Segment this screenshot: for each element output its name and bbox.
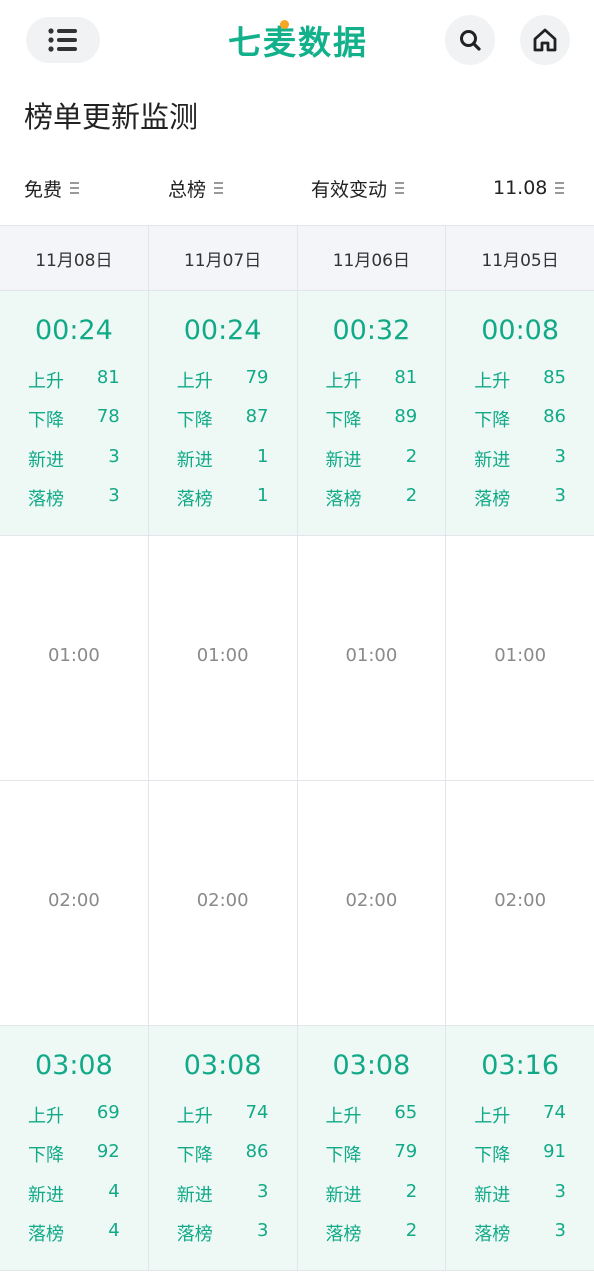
update-time: 03:08 [332, 1050, 411, 1081]
time-row: 03:08 上升 69 下降 92 新进 4 落榜 4 03:08 上升 74 下降 86 … [0, 1026, 594, 1271]
empty-cell: 01:00 [0, 536, 149, 780]
stat-new: 新进 1 [176, 446, 269, 471]
stat-up: 上升 81 [325, 367, 418, 392]
stat-drop: 落榜 3 [176, 1220, 269, 1245]
update-cell[interactable]: 03:08 上升 65 下降 79 新进 2 落榜 2 [297, 1026, 447, 1270]
stat-new: 新进 3 [474, 1181, 566, 1206]
filter-chart-type[interactable]: 总榜 [168, 166, 224, 210]
filter-label: 免费 [24, 178, 63, 201]
empty-cell: 01:00 [446, 536, 594, 780]
update-cell[interactable]: 03:08 上升 69 下降 92 新进 4 落榜 4 [0, 1026, 149, 1270]
stat-down: 下降 92 [28, 1141, 120, 1166]
update-cell[interactable]: 03:16 上升 74 下降 91 新进 3 落榜 3 [446, 1026, 594, 1270]
update-time: 00:24 [34, 315, 113, 346]
stat-up: 上升 74 [474, 1102, 566, 1127]
empty-cell: 01:00 [298, 536, 447, 780]
brand-logo[interactable]: 七麦数据 [228, 18, 368, 62]
search-button[interactable] [445, 15, 495, 65]
dropdown-lines-icon [555, 182, 565, 194]
hour-label: 01:00 [47, 645, 100, 666]
filter-label: 11.08 [493, 177, 548, 199]
stat-down: 下降 89 [325, 406, 418, 431]
time-row: 01:00 01:00 01:00 01:00 [0, 536, 594, 781]
update-time: 00:24 [183, 315, 262, 346]
empty-cell: 02:00 [298, 781, 447, 1025]
date-header: 11月07日 [149, 226, 298, 290]
stat-up: 上升 85 [474, 367, 566, 392]
update-time: 03:16 [481, 1050, 560, 1081]
page-title: 榜单更新监测 [24, 100, 199, 134]
dropdown-lines-icon [70, 182, 80, 194]
filter-label: 总榜 [168, 178, 207, 201]
update-cell[interactable]: 00:24 上升 81 下降 78 新进 3 落榜 3 [0, 291, 149, 535]
hour-label: 01:00 [196, 645, 249, 666]
empty-cell: 02:00 [149, 781, 298, 1025]
filter-change-type[interactable]: 有效变动 [311, 166, 405, 210]
filter-price-type[interactable]: 免费 [24, 166, 80, 210]
search-icon [460, 30, 481, 51]
update-cell[interactable]: 00:08 上升 85 下降 86 新进 3 落榜 3 [446, 291, 594, 535]
stat-new: 新进 4 [28, 1181, 120, 1206]
hour-label: 01:00 [345, 645, 398, 666]
dropdown-lines-icon [214, 182, 224, 194]
update-time: 03:08 [34, 1050, 113, 1081]
monitor-grid: 11月08日 11月07日 11月06日 11月05日 00:24 上升 81 下… [0, 225, 594, 1271]
stat-up: 上升 81 [28, 367, 120, 392]
update-cell[interactable]: 00:24 上升 79 下降 87 新进 1 落榜 1 [148, 291, 298, 535]
stat-down: 下降 86 [474, 406, 566, 431]
update-cell[interactable]: 03:08 上升 74 下降 86 新进 3 落榜 3 [148, 1026, 298, 1270]
date-header: 11月08日 [0, 226, 149, 290]
date-header: 11月05日 [481, 250, 559, 271]
stat-new: 新进 3 [28, 446, 120, 471]
stat-drop: 落榜 1 [176, 485, 269, 510]
stat-down: 下降 79 [325, 1141, 418, 1166]
stat-down: 下降 91 [474, 1141, 566, 1166]
stat-drop: 落榜 4 [28, 1220, 120, 1245]
hour-label: 02:00 [47, 890, 100, 911]
home-button[interactable] [520, 15, 570, 65]
stat-drop: 落榜 3 [28, 485, 120, 510]
stat-drop: 落榜 2 [325, 485, 418, 510]
home-icon [533, 28, 557, 52]
menu-list-icon [48, 28, 77, 52]
hour-label: 01:00 [494, 645, 547, 666]
dropdown-lines-icon [395, 182, 405, 194]
filter-bar: 免费 总榜 有效变动 11.08 [0, 166, 594, 210]
stat-up: 上升 65 [325, 1102, 418, 1127]
filter-date[interactable]: 11.08 [493, 166, 565, 210]
time-row: 02:00 02:00 02:00 02:00 [0, 781, 594, 1026]
stat-new: 新进 2 [325, 1181, 418, 1206]
stat-new: 新进 3 [176, 1181, 269, 1206]
logo-dot-icon [280, 20, 289, 29]
stat-up: 上升 74 [176, 1102, 269, 1127]
empty-cell: 02:00 [0, 781, 149, 1025]
stat-down: 下降 78 [28, 406, 120, 431]
hour-label: 02:00 [345, 890, 398, 911]
update-cell[interactable]: 00:32 上升 81 下降 89 新进 2 落榜 2 [297, 291, 447, 535]
stat-down: 下降 87 [176, 406, 269, 431]
empty-cell: 02:00 [446, 781, 594, 1025]
date-header-row: 11月08日 11月07日 11月06日 11月05日 [0, 225, 594, 291]
update-time: 03:08 [183, 1050, 262, 1081]
update-time: 00:32 [332, 315, 411, 346]
hour-label: 02:00 [196, 890, 249, 911]
logo-text: 七麦数据 [228, 23, 368, 62]
stat-new: 新进 3 [474, 446, 566, 471]
menu-button[interactable] [26, 17, 100, 63]
stat-up: 上升 79 [176, 367, 269, 392]
stat-up: 上升 69 [28, 1102, 120, 1127]
hour-label: 02:00 [494, 890, 547, 911]
time-row: 00:24 上升 81 下降 78 新进 3 落榜 3 00:24 上升 79 下降 87 … [0, 291, 594, 536]
app-header: 七麦数据 [0, 0, 594, 80]
stat-down: 下降 86 [176, 1141, 269, 1166]
stat-drop: 落榜 3 [474, 485, 566, 510]
date-header: 11月06日 [298, 226, 447, 290]
update-time: 00:08 [481, 315, 560, 346]
filter-label: 有效变动 [311, 178, 388, 201]
stat-drop: 落榜 3 [474, 1220, 566, 1245]
stat-drop: 落榜 2 [325, 1220, 418, 1245]
empty-cell: 01:00 [149, 536, 298, 780]
stat-new: 新进 2 [325, 446, 418, 471]
